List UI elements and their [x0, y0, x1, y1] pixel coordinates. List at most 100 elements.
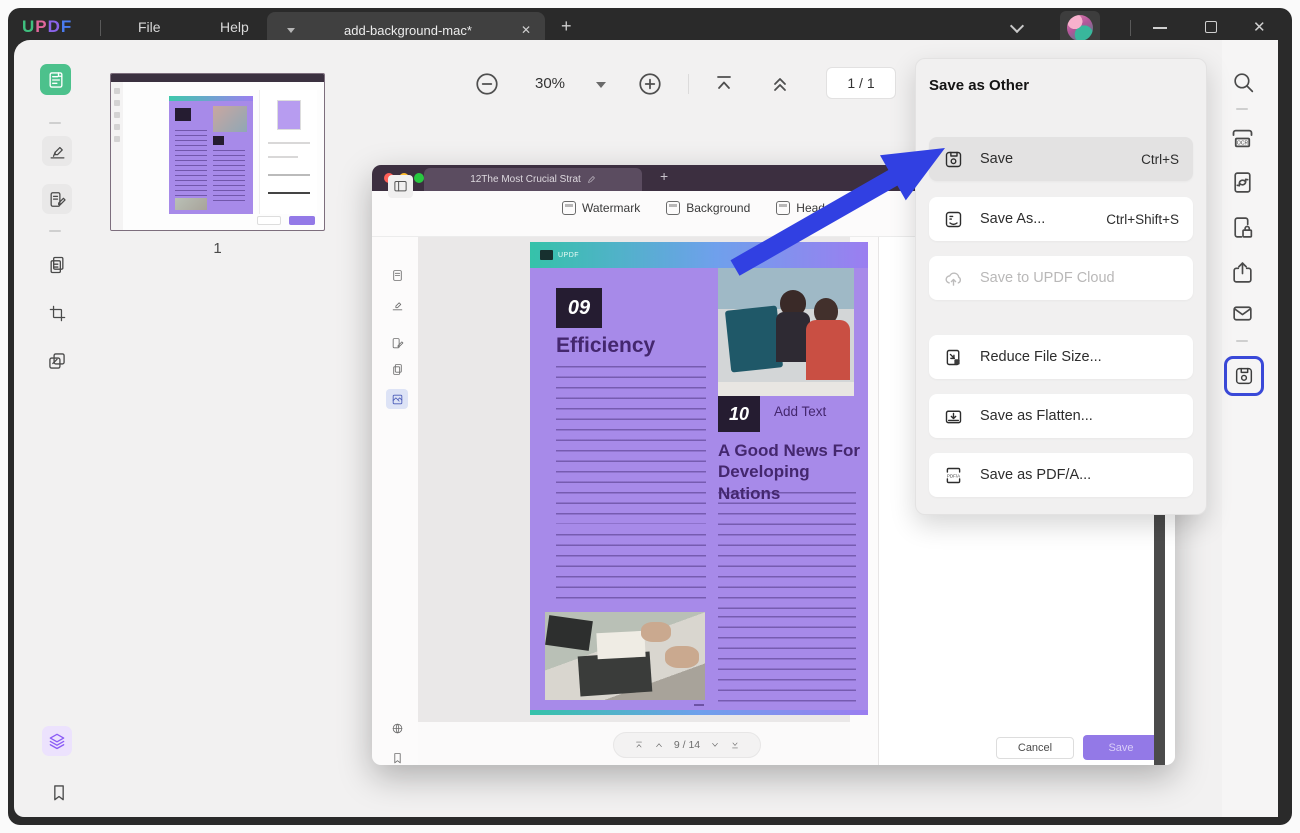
divider [688, 74, 689, 94]
save-icon [1233, 365, 1255, 387]
divider [49, 122, 61, 124]
reduce-file-size-icon [943, 347, 964, 368]
zoom-out-button[interactable] [474, 71, 500, 97]
add-text-label: Add Text [774, 404, 826, 419]
menu-help[interactable]: Help [220, 19, 249, 35]
prev-page-icon [654, 740, 664, 750]
sidebar-item-batch[interactable] [42, 346, 72, 376]
last-page-icon [730, 740, 740, 750]
menu-item-save-as[interactable]: Save As... Ctrl+Shift+S [929, 197, 1193, 241]
sidebar-item-edit[interactable] [42, 184, 72, 214]
text-lines [718, 492, 856, 610]
menu-item-save-to-updf-cloud[interactable]: Save to UPDF Cloud [929, 256, 1193, 300]
new-tab-button[interactable]: + [561, 16, 572, 37]
previous-view-button[interactable] [768, 72, 792, 96]
sidebar-item-comment[interactable] [42, 136, 72, 166]
screen: UPDF File Help add-background-mac* ✕ + ✕ [0, 0, 1300, 833]
tab-title: add-background-mac* [295, 23, 521, 38]
edit-doc-icon [48, 190, 67, 209]
text-lines [556, 534, 706, 604]
divider [1236, 108, 1248, 110]
menu-title: Save as Other [929, 77, 1029, 94]
menu-file[interactable]: File [138, 19, 161, 35]
thumb-right-panel [259, 90, 317, 214]
mac-doc-tab: 12The Most Crucial Strat [424, 168, 642, 191]
zoom-dropdown-icon[interactable] [596, 82, 606, 88]
updf-logo: UPDF [22, 17, 72, 37]
mac-toolbar-items: Watermark Background Header & [562, 201, 847, 215]
bookmark-icon [49, 783, 69, 803]
sidebar-item-organize-pages[interactable] [42, 250, 72, 280]
background-icon [666, 201, 680, 215]
zoom-in-button[interactable] [637, 71, 663, 97]
sidebar-item-reader[interactable] [40, 64, 71, 95]
pages-icon [47, 255, 67, 275]
mac-background-active-icon [386, 389, 408, 409]
thumb-document-page [169, 96, 253, 214]
chevron-down-icon[interactable] [1010, 19, 1024, 33]
crop-icon [48, 304, 67, 323]
header-footer-icon [776, 201, 790, 215]
minimize-button[interactable] [1153, 27, 1167, 29]
convert-icon[interactable] [1230, 170, 1255, 195]
scroll-to-top-button[interactable] [712, 72, 736, 96]
close-button[interactable]: ✕ [1253, 18, 1266, 36]
page-number-mark [694, 704, 704, 706]
protect-icon[interactable] [1230, 215, 1255, 240]
sidebar-item-layers[interactable] [42, 726, 72, 756]
share-icon[interactable] [1230, 260, 1255, 285]
text-lines [556, 366, 706, 524]
cloud-save-icon [943, 268, 964, 289]
ocr-icon[interactable]: OCR [1229, 125, 1256, 152]
save-icon [943, 149, 964, 170]
page-footer-banner [530, 710, 868, 715]
maximize-button[interactable] [1205, 21, 1217, 33]
sidebar-item-crop[interactable] [42, 298, 72, 328]
tab-close-icon[interactable]: ✕ [521, 23, 531, 37]
page-logo-text: UPDF [558, 252, 579, 259]
divider [1130, 20, 1131, 36]
mac-new-tab: + [660, 168, 668, 184]
menu-item-save[interactable]: Save Ctrl+S [929, 137, 1193, 181]
text-lines [718, 616, 856, 702]
photo-two-women [718, 268, 854, 396]
save-tool-active[interactable] [1224, 356, 1264, 396]
watermark-icon [562, 201, 576, 215]
mac-save-button: Save [1083, 735, 1159, 760]
sidebar-item-bookmark[interactable] [44, 778, 74, 808]
divider [100, 20, 101, 36]
menu-item-save-as-pdfa[interactable]: PDF/A Save as PDF/A... [929, 453, 1193, 497]
search-icon[interactable] [1231, 70, 1256, 95]
mac-tab-title: 12The Most Crucial Strat [470, 174, 581, 185]
flatten-icon [943, 406, 964, 427]
menu-item-reduce-file-size[interactable]: Reduce File Size... [929, 335, 1193, 379]
page-logo-chip [540, 250, 553, 260]
highlighter-icon [48, 142, 67, 161]
avatar [1067, 15, 1093, 41]
pdfa-icon: PDF/A [943, 465, 964, 486]
section-number-10: 10 [718, 396, 760, 432]
background-tool: Background [666, 201, 750, 215]
mac-globe-icon [386, 718, 408, 738]
page-indicator[interactable]: 1 / 1 [826, 67, 896, 99]
mac-organize-icon [386, 359, 408, 379]
zoom-level-value[interactable]: 30% [520, 75, 580, 92]
mac-page-indicator: 9 / 14 [674, 739, 700, 751]
mac-left-rail [380, 237, 418, 727]
edit-pencil-icon [587, 175, 596, 184]
next-page-icon [710, 740, 720, 750]
mac-scrollbar [1154, 515, 1165, 765]
save-as-other-menu: Save as Other Save Ctrl+S Save As... Ctr… [915, 58, 1207, 515]
heading-efficiency: Efficiency [556, 334, 655, 358]
email-icon[interactable] [1230, 301, 1255, 326]
first-page-icon [634, 740, 644, 750]
tab-dropdown-icon[interactable] [287, 28, 295, 33]
layers-icon [47, 731, 67, 751]
section-number-09: 09 [556, 288, 602, 328]
page-thumbnail[interactable] [110, 73, 325, 231]
mac-page-nav: 9 / 14 [613, 732, 761, 758]
header-footer-tool: Header & [776, 201, 847, 215]
divider [49, 230, 61, 232]
photo-hands-laptop [545, 612, 705, 700]
menu-item-save-as-flatten[interactable]: Save as Flatten... [929, 394, 1193, 438]
